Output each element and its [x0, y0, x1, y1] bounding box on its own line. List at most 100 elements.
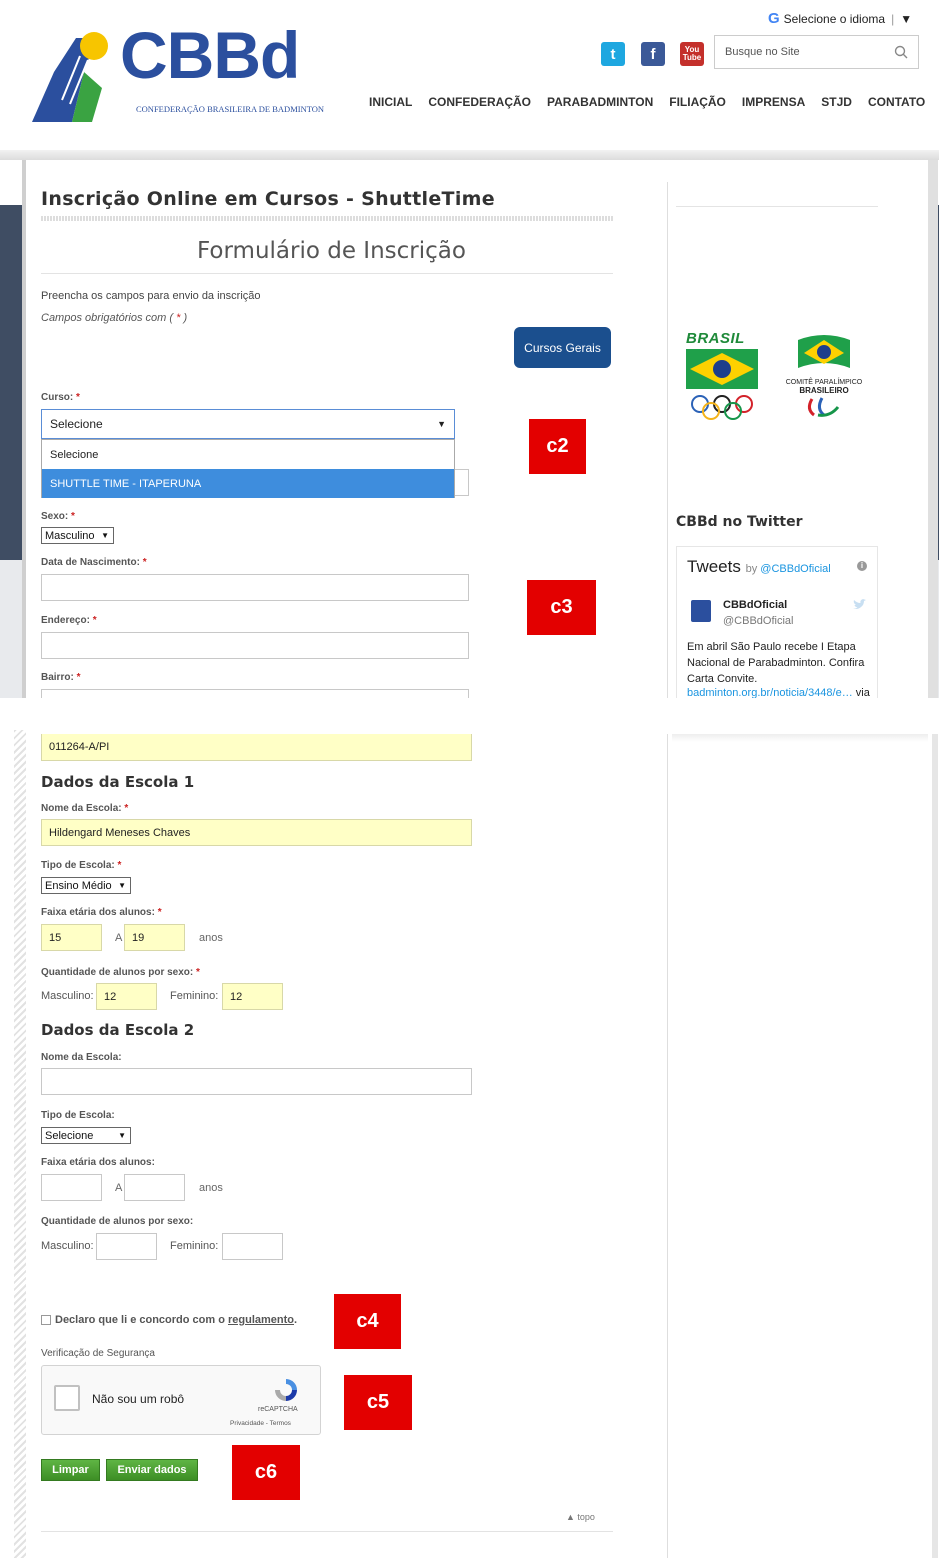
youtube-icon[interactable]: You Tube [680, 42, 704, 66]
dropdown-arrow-icon: ▼ [118, 881, 126, 890]
escola1-tipo-label: Tipo de Escola: * [41, 860, 122, 871]
sidebar-top-line [676, 206, 878, 207]
curso-label: Curso: * [41, 392, 80, 403]
cpb-logo[interactable]: COMITÊ PARALÍMPICO BRASILEIRO [782, 332, 866, 442]
escola1-tipo-select[interactable]: Ensino Médio ▼ [41, 877, 131, 894]
escola1-qtd-label: Quantidade de alunos por sexo: * [41, 967, 200, 978]
declaro-checkbox[interactable] [41, 1315, 51, 1325]
twitter-icon[interactable]: t [601, 42, 625, 66]
dropdown-arrow-icon: ▼ [437, 419, 446, 429]
chevron-down-icon: ▼ [900, 11, 913, 26]
cpb-flag-icon [798, 335, 850, 368]
twitter-section-title: CBBd no Twitter [676, 514, 803, 530]
escola2-feminino-input[interactable] [222, 1233, 283, 1260]
escola2-masculino-input[interactable] [96, 1233, 157, 1260]
seguranca-label: Verificação de Segurança [41, 1348, 155, 1359]
curso-dropdown-list: Selecione SHUTTLE TIME - ITAPERUNA [41, 439, 455, 498]
escola2-nome-label: Nome da Escola: [41, 1052, 122, 1063]
annotation-tag-c5: c5 [344, 1375, 412, 1430]
form-title: Formulário de Inscrição [197, 238, 466, 264]
nascimento-input[interactable] [41, 574, 469, 601]
endereco-label: Endereço: * [41, 615, 97, 626]
cursos-gerais-button[interactable]: Cursos Gerais [514, 327, 611, 368]
curso-option-selected[interactable]: SHUTTLE TIME - ITAPERUNA [42, 469, 454, 498]
tweets-label: Tweets [687, 557, 741, 576]
brasil-olympic-logo[interactable]: BRASIL [686, 330, 758, 430]
nascimento-label: Data de Nascimento: * [41, 557, 147, 568]
bairro-input[interactable] [41, 689, 469, 698]
escola1-faixa-de-input[interactable]: 15 [41, 924, 102, 951]
required-note: Campos obrigatórios com ( * ) [41, 312, 188, 324]
brazil-flag-icon [686, 349, 758, 389]
registro-input[interactable]: 011264-A/PI [41, 734, 472, 761]
tweet-author[interactable]: CBBdOficial [723, 599, 787, 611]
tweet-username: @CBBdOficial [723, 615, 794, 627]
language-label: Selecione o idioma [783, 11, 886, 26]
escola1-title: Dados da Escola 1 [41, 773, 195, 791]
escola1-feminino-input[interactable]: 12 [222, 983, 283, 1010]
paralympic-agitos-icon [807, 397, 840, 417]
limpar-button[interactable]: Limpar [41, 1459, 100, 1481]
nav-confederacao[interactable]: CONFEDERAÇÃO [428, 95, 531, 109]
search-placeholder: Busque no Site [725, 46, 800, 58]
escola2-title: Dados da Escola 2 [41, 1021, 195, 1039]
curso-option[interactable]: Selecione [42, 440, 454, 469]
escola1-nome-label: Nome da Escola: * [41, 803, 129, 814]
twitter-widget: Tweets by @CBBdOficial i CBBdOficial @CB… [676, 546, 878, 700]
annotation-tag-c6: c6 [232, 1445, 300, 1500]
dropdown-arrow-icon: ▼ [101, 531, 109, 540]
recaptcha-widget: Não sou um robô reCAPTCHA Privacidade - … [41, 1365, 321, 1435]
olympic-rings-icon [691, 395, 753, 420]
nav-parabadminton[interactable]: PARABADMINTON [547, 95, 653, 109]
enviar-dados-button[interactable]: Enviar dados [106, 1459, 198, 1481]
language-selector[interactable]: G Selecione o idioma | ▼ [768, 10, 912, 27]
logo-subtitle: CONFEDERAÇÃO BRASILEIRA DE BADMINTON [136, 104, 325, 114]
escola2-faixa-de-input[interactable] [41, 1174, 102, 1201]
google-icon: G [768, 10, 780, 27]
topo-link[interactable]: ▲ topo [566, 1512, 595, 1522]
sexo-label: Sexo: * [41, 511, 75, 522]
facebook-icon[interactable]: f [641, 42, 665, 66]
recaptcha-checkbox[interactable] [54, 1385, 80, 1411]
main-nav: INICIAL CONFEDERAÇÃO PARABADMINTON FILIA… [369, 95, 939, 109]
recaptcha-label: Não sou um robô [92, 1392, 185, 1406]
site-logo[interactable]: CBBd CONFEDERAÇÃO BRASILEIRA DE BADMINTO… [0, 0, 324, 125]
declaro-row: Declaro que li e concordo com o regulame… [41, 1314, 297, 1326]
nav-stjd[interactable]: STJD [821, 95, 852, 109]
info-icon[interactable]: i [857, 561, 867, 571]
dropdown-arrow-icon: ▼ [118, 1131, 126, 1140]
site-search-input[interactable]: Busque no Site [714, 35, 919, 69]
escola2-tipo-label: Tipo de Escola: [41, 1110, 115, 1121]
tweet-avatar[interactable] [691, 600, 711, 622]
annotation-tag-c3: c3 [527, 580, 596, 635]
annotation-tag-c2: c2 [529, 419, 586, 474]
search-icon[interactable] [894, 45, 908, 59]
shuttlecock-logo-icon [32, 32, 108, 122]
curso-select[interactable]: Selecione ▼ [41, 409, 455, 439]
escola2-faixa-label: Faixa etária dos alunos: [41, 1157, 155, 1168]
tweets-handle-link[interactable]: @CBBdOficial [760, 563, 830, 575]
escola1-masculino-input[interactable]: 12 [96, 983, 157, 1010]
twitter-bird-icon[interactable] [852, 599, 866, 611]
escola2-tipo-select[interactable]: Selecione ▼ [41, 1127, 131, 1144]
nav-inicial[interactable]: INICIAL [369, 95, 412, 109]
recaptcha-links[interactable]: Privacidade - Termos [230, 1420, 291, 1427]
escola2-nome-input[interactable] [41, 1068, 472, 1095]
nav-filiacao[interactable]: FILIAÇÃO [669, 95, 726, 109]
nav-imprensa[interactable]: IMPRENSA [742, 95, 805, 109]
escola1-faixa-label: Faixa etária dos alunos: * [41, 907, 162, 918]
logo-text: CBBd [120, 18, 300, 92]
nav-contato[interactable]: CONTATO [868, 95, 925, 109]
endereco-input[interactable] [41, 632, 469, 659]
bairro-label: Bairro: * [41, 672, 81, 683]
escola1-faixa-ate-input[interactable]: 19 [124, 924, 185, 951]
page-title: Inscrição Online em Cursos - ShuttleTime [41, 188, 495, 210]
sexo-select[interactable]: Masculino ▼ [41, 527, 114, 544]
recaptcha-logo-icon [275, 1379, 297, 1401]
regulamento-link[interactable]: regulamento [228, 1314, 294, 1326]
escola2-qtd-label: Quantidade de alunos por sexo: [41, 1216, 194, 1227]
escola1-nome-input[interactable]: Hildengard Meneses Chaves [41, 819, 472, 846]
form-intro: Preencha os campos para envio da inscriç… [41, 290, 261, 302]
annotation-tag-c4: c4 [334, 1294, 401, 1349]
escola2-faixa-ate-input[interactable] [124, 1174, 185, 1201]
